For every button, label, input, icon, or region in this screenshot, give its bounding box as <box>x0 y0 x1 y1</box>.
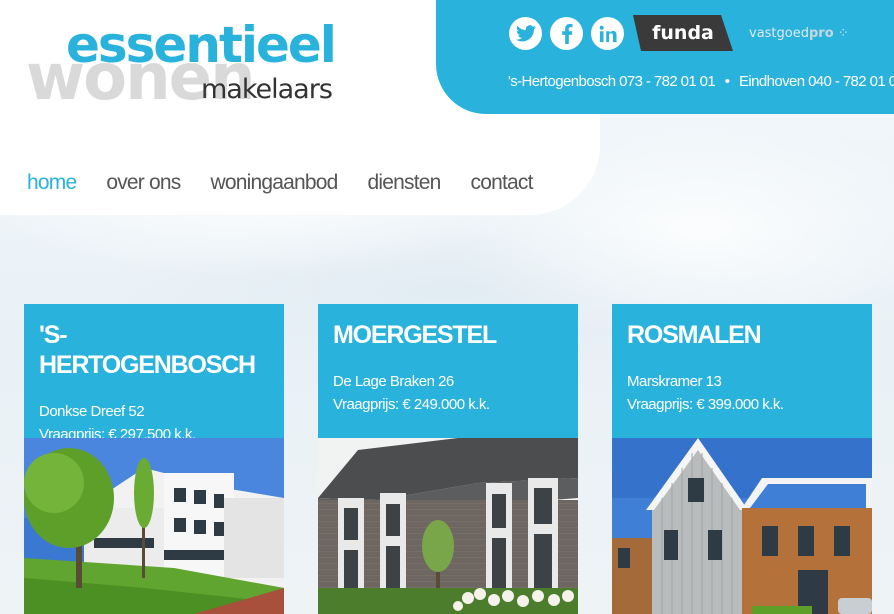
contact-phone-2[interactable]: 040 - 782 01 04 <box>808 73 894 90</box>
main-nav: home over ons woningaanbod diensten cont… <box>27 171 533 195</box>
listing-photo[interactable] <box>318 438 578 614</box>
linkedin-icon[interactable] <box>591 17 624 50</box>
nav-item-home[interactable]: home <box>27 171 77 195</box>
listing-price-label: Vraagprijs: <box>627 396 693 413</box>
listing-price: € 399.000 k.k. <box>696 396 784 413</box>
contact-separator: • <box>724 73 730 90</box>
listing-street: De Lage Braken 26 <box>333 373 454 390</box>
nav-item-contact[interactable]: contact <box>471 171 534 195</box>
listing-price-line: Vraagprijs: € 399.000 k.k. <box>627 393 857 416</box>
listing-photo[interactable] <box>612 438 872 614</box>
contact-phone-1[interactable]: 073 - 782 01 01 <box>619 73 716 90</box>
listing-photo[interactable] <box>24 438 284 614</box>
social-links <box>509 17 624 50</box>
vastgoedpro-bold: pro <box>809 26 834 41</box>
listing-street: Marskramer 13 <box>627 373 722 390</box>
listing-info: MOERGESTEL De Lage Braken 26 Vraagprijs:… <box>318 304 578 438</box>
logo-main-text: essentieel <box>66 16 337 74</box>
vastgoedpro-link[interactable]: vastgoedpro ⁘ <box>749 26 849 41</box>
nav-item-woningaanbod[interactable]: woningaanbod <box>211 171 339 195</box>
listing-price-line: Vraagprijs: € 249.000 k.k. <box>333 393 563 416</box>
listing-card[interactable]: ROSMALEN Marskramer 13 Vraagprijs: € 399… <box>612 304 872 614</box>
listing-card[interactable]: 'S-HERTOGENBOSCH Donkse Dreef 52 Vraagpr… <box>24 304 284 614</box>
vastgoedpro-label: vastgoed <box>749 26 809 41</box>
listing-city: 'S-HERTOGENBOSCH <box>39 321 256 379</box>
contact-city-2: Eindhoven <box>738 73 805 90</box>
twitter-icon[interactable] <box>509 17 542 50</box>
funda-button[interactable]: funda <box>633 15 733 51</box>
vastgoedpro-logo-icon: ⁘ <box>837 26 849 41</box>
site-logo[interactable]: wonen essentieel makelaars <box>26 20 346 115</box>
logo-sub-text: makelaars <box>201 74 333 105</box>
facebook-icon[interactable] <box>550 17 583 50</box>
listing-info: ROSMALEN Marskramer 13 Vraagprijs: € 399… <box>612 304 872 438</box>
listing-city: MOERGESTEL <box>333 321 497 349</box>
nav-item-over-ons[interactable]: over ons <box>106 171 181 195</box>
listing-city: ROSMALEN <box>627 321 762 349</box>
listing-info: 'S-HERTOGENBOSCH Donkse Dreef 52 Vraagpr… <box>24 304 284 443</box>
listing-street: Donkse Dreef 52 <box>39 403 145 420</box>
listing-price: € 249.000 k.k. <box>402 396 490 413</box>
nav-item-diensten[interactable]: diensten <box>368 171 442 195</box>
header-contact-box: funda vastgoedpro ⁘ 's-Hertogenbosch 073… <box>436 0 894 114</box>
contact-city-1: 's-Hertogenbosch <box>508 73 616 90</box>
listing-card[interactable]: MOERGESTEL De Lage Braken 26 Vraagprijs:… <box>318 304 578 614</box>
contact-line: 's-Hertogenbosch 073 - 782 01 01 • Eindh… <box>508 73 894 90</box>
listing-price-label: Vraagprijs: <box>333 396 399 413</box>
